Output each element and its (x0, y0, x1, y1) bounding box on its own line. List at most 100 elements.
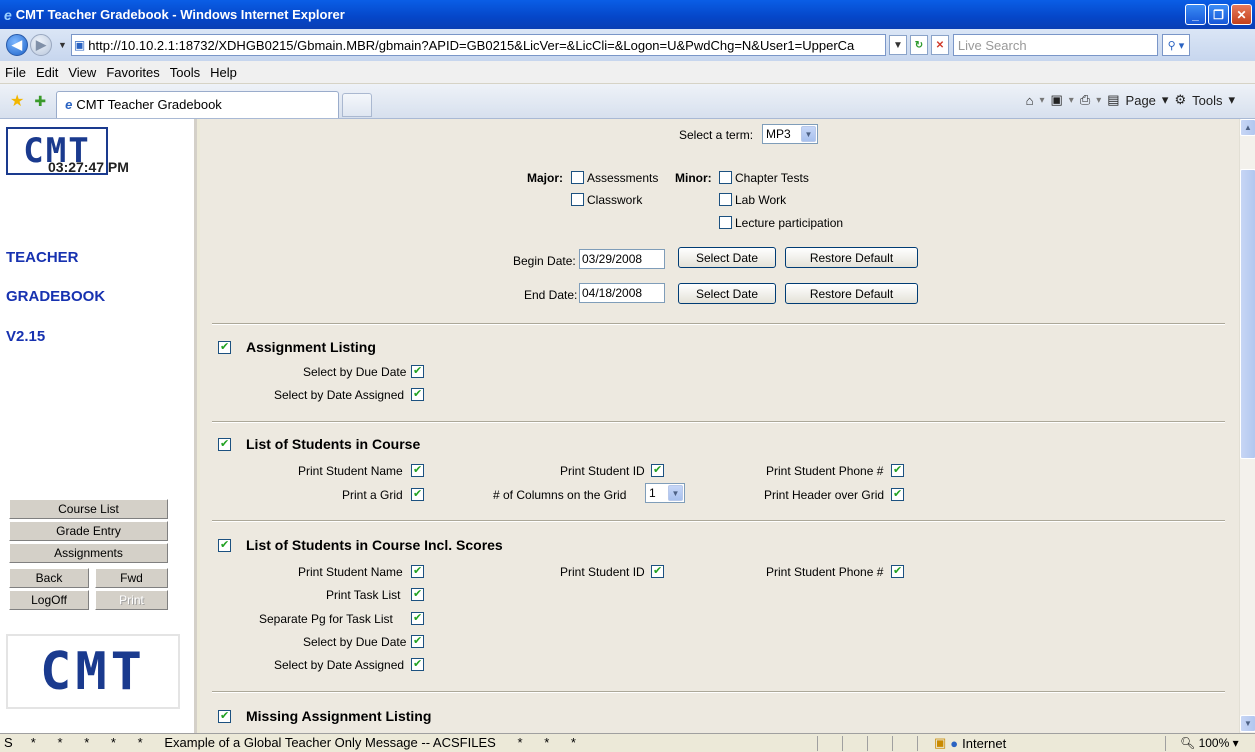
status-divider (892, 736, 893, 751)
checkbox-scores-by-assigned[interactable] (411, 657, 424, 671)
checkbox-students-phone[interactable] (891, 463, 904, 477)
cmt-logo-large: CMT (6, 634, 180, 709)
course-list-button[interactable]: Course List (9, 499, 168, 519)
add-favorites-icon[interactable]: ✚ (34, 93, 46, 110)
back-arrow-icon[interactable]: ◀ (6, 34, 28, 56)
lecture-participation-label: Lecture participation (735, 216, 844, 230)
sidebar: CMT 03:27:47 PM TEACHER GRADEBOOK V2.15 … (0, 119, 197, 733)
checkbox-lab-work[interactable] (719, 193, 732, 206)
end-date-input[interactable]: 04/18/2008 (579, 283, 665, 303)
major-label: Major: (527, 171, 563, 185)
zoom-control[interactable]: 🔍︎ 100% ▾ (1180, 736, 1239, 750)
end-select-date-button[interactable]: Select Date (678, 283, 776, 304)
checkbox-assign-by-assigned[interactable] (411, 387, 424, 401)
favorites-star-icon[interactable]: ★ (10, 91, 24, 111)
section-title-missing-assignments: Missing Assignment Listing (246, 708, 432, 724)
scores-name-label: Print Student Name (298, 565, 403, 579)
checkbox-students-scores[interactable] (218, 538, 231, 552)
divider (212, 323, 1225, 325)
menu-help[interactable]: Help (210, 65, 237, 80)
checkbox-scores-by-due[interactable] (411, 634, 424, 648)
tools-menu[interactable]: Tools (1192, 93, 1222, 108)
assessments-label: Assessments (587, 171, 659, 185)
checkbox-header-over-grid[interactable] (891, 487, 904, 501)
menu-file[interactable]: File (5, 65, 26, 80)
main-content: Select a term: MP3 ▼ Major: Assessments … (200, 119, 1239, 733)
tab-cmt-gradebook[interactable]: e CMT Teacher Gradebook (56, 90, 340, 118)
minimize-icon[interactable]: _ (1185, 4, 1206, 25)
scroll-down-icon[interactable]: ▼ (1240, 715, 1255, 732)
begin-date-label: Begin Date: (513, 254, 576, 268)
checkbox-chapter-tests[interactable] (719, 171, 732, 184)
checkbox-scores-id[interactable] (651, 564, 664, 578)
fwd-button[interactable]: Fwd (95, 568, 168, 588)
menu-view[interactable]: View (68, 65, 96, 80)
feeds-icon[interactable]: ▣ (1050, 92, 1062, 108)
history-dropdown-icon[interactable]: ▼ (58, 40, 67, 50)
checkbox-classwork[interactable] (571, 193, 584, 206)
new-tab-button[interactable] (342, 92, 373, 117)
checkbox-scores-phone[interactable] (891, 564, 904, 578)
search-icon[interactable]: ⚲ ▾ (1161, 34, 1190, 56)
section-title-assignment-listing: Assignment Listing (246, 339, 376, 355)
ie-logo-icon: e (4, 6, 12, 23)
app-version: V2.15 (6, 328, 46, 345)
window-title: CMT Teacher Gradebook - Windows Internet… (15, 7, 345, 22)
divider (212, 520, 1225, 522)
url-input[interactable]: ▣ http://10.10.2.1:18732/XDHGB0215/Gbmai… (70, 34, 886, 56)
page-icon: ▣ (73, 38, 86, 52)
begin-date-input[interactable]: 03/29/2008 (579, 249, 665, 269)
page-menu[interactable]: Page (1126, 93, 1156, 108)
close-icon[interactable]: ✕ (1231, 4, 1252, 25)
status-divider (817, 736, 818, 751)
menu-favorites[interactable]: Favorites (106, 65, 159, 80)
refresh-icon[interactable]: ↻ (909, 35, 928, 55)
scores-by-assigned-label: Select by Date Assigned (274, 658, 405, 672)
app-title-gradebook: GRADEBOOK (6, 288, 106, 305)
checkbox-lecture-participation[interactable] (719, 216, 732, 229)
begin-select-date-button[interactable]: Select Date (678, 247, 776, 268)
globe-icon: ● (950, 735, 959, 751)
begin-restore-default-button[interactable]: Restore Default (785, 247, 918, 268)
scrollbar-thumb[interactable] (1240, 169, 1255, 459)
checkbox-task-list[interactable] (411, 587, 424, 601)
menu-bar: File Edit View Favorites Tools Help (0, 61, 1255, 84)
menu-tools[interactable]: Tools (170, 65, 200, 80)
ie-tab-icon: e (65, 97, 73, 112)
grade-entry-button[interactable]: Grade Entry (9, 521, 168, 541)
vertical-scrollbar[interactable]: ▲ ▼ (1239, 119, 1255, 733)
checkbox-assessments[interactable] (571, 171, 584, 184)
search-input[interactable]: Live Search (952, 34, 1158, 56)
assignments-button[interactable]: Assignments (9, 543, 168, 563)
forward-arrow-icon[interactable]: ▶ (30, 34, 52, 56)
classwork-label: Classwork (587, 193, 643, 207)
checkbox-students-list[interactable] (218, 437, 231, 451)
checkbox-students-id[interactable] (651, 463, 664, 477)
checkbox-students-name[interactable] (411, 463, 424, 477)
checkbox-separate-pg[interactable] (411, 611, 424, 625)
status-divider (1165, 736, 1166, 751)
grid-columns-select[interactable]: 1 ▼ (645, 483, 685, 503)
print-icon[interactable]: ⎙ (1080, 92, 1090, 108)
checkbox-assignment-listing[interactable] (218, 340, 231, 354)
checkbox-scores-name[interactable] (411, 564, 424, 578)
scroll-up-icon[interactable]: ▲ (1240, 119, 1255, 136)
logoff-button[interactable]: LogOff (9, 590, 89, 610)
tab-label: CMT Teacher Gradebook (76, 97, 222, 112)
tab-bar: ★ ✚ e CMT Teacher Gradebook ⌂ ▾ ▣ ▾ ⎙ ▾ ▤ P… (0, 84, 1255, 119)
checkbox-missing-assignments[interactable] (218, 709, 231, 723)
back-button[interactable]: Back (9, 568, 89, 588)
home-icon[interactable]: ⌂ (1026, 93, 1034, 108)
section-title-students-scores: List of Students in Course Incl. Scores (246, 537, 503, 553)
checkbox-students-grid[interactable] (411, 487, 424, 501)
term-select[interactable]: MP3 ▼ (762, 124, 818, 144)
url-dropdown-icon[interactable]: ▼ (888, 35, 907, 55)
maximize-icon[interactable]: ❐ (1208, 4, 1229, 25)
zone-label: Internet (962, 735, 1007, 751)
checkbox-assign-by-due[interactable] (411, 364, 424, 378)
chevron-down-icon: ▼ (801, 126, 816, 142)
grid-columns-value: 1 (649, 486, 656, 500)
stop-icon[interactable]: ✕ (930, 35, 949, 55)
end-restore-default-button[interactable]: Restore Default (785, 283, 918, 304)
menu-edit[interactable]: Edit (36, 65, 58, 80)
